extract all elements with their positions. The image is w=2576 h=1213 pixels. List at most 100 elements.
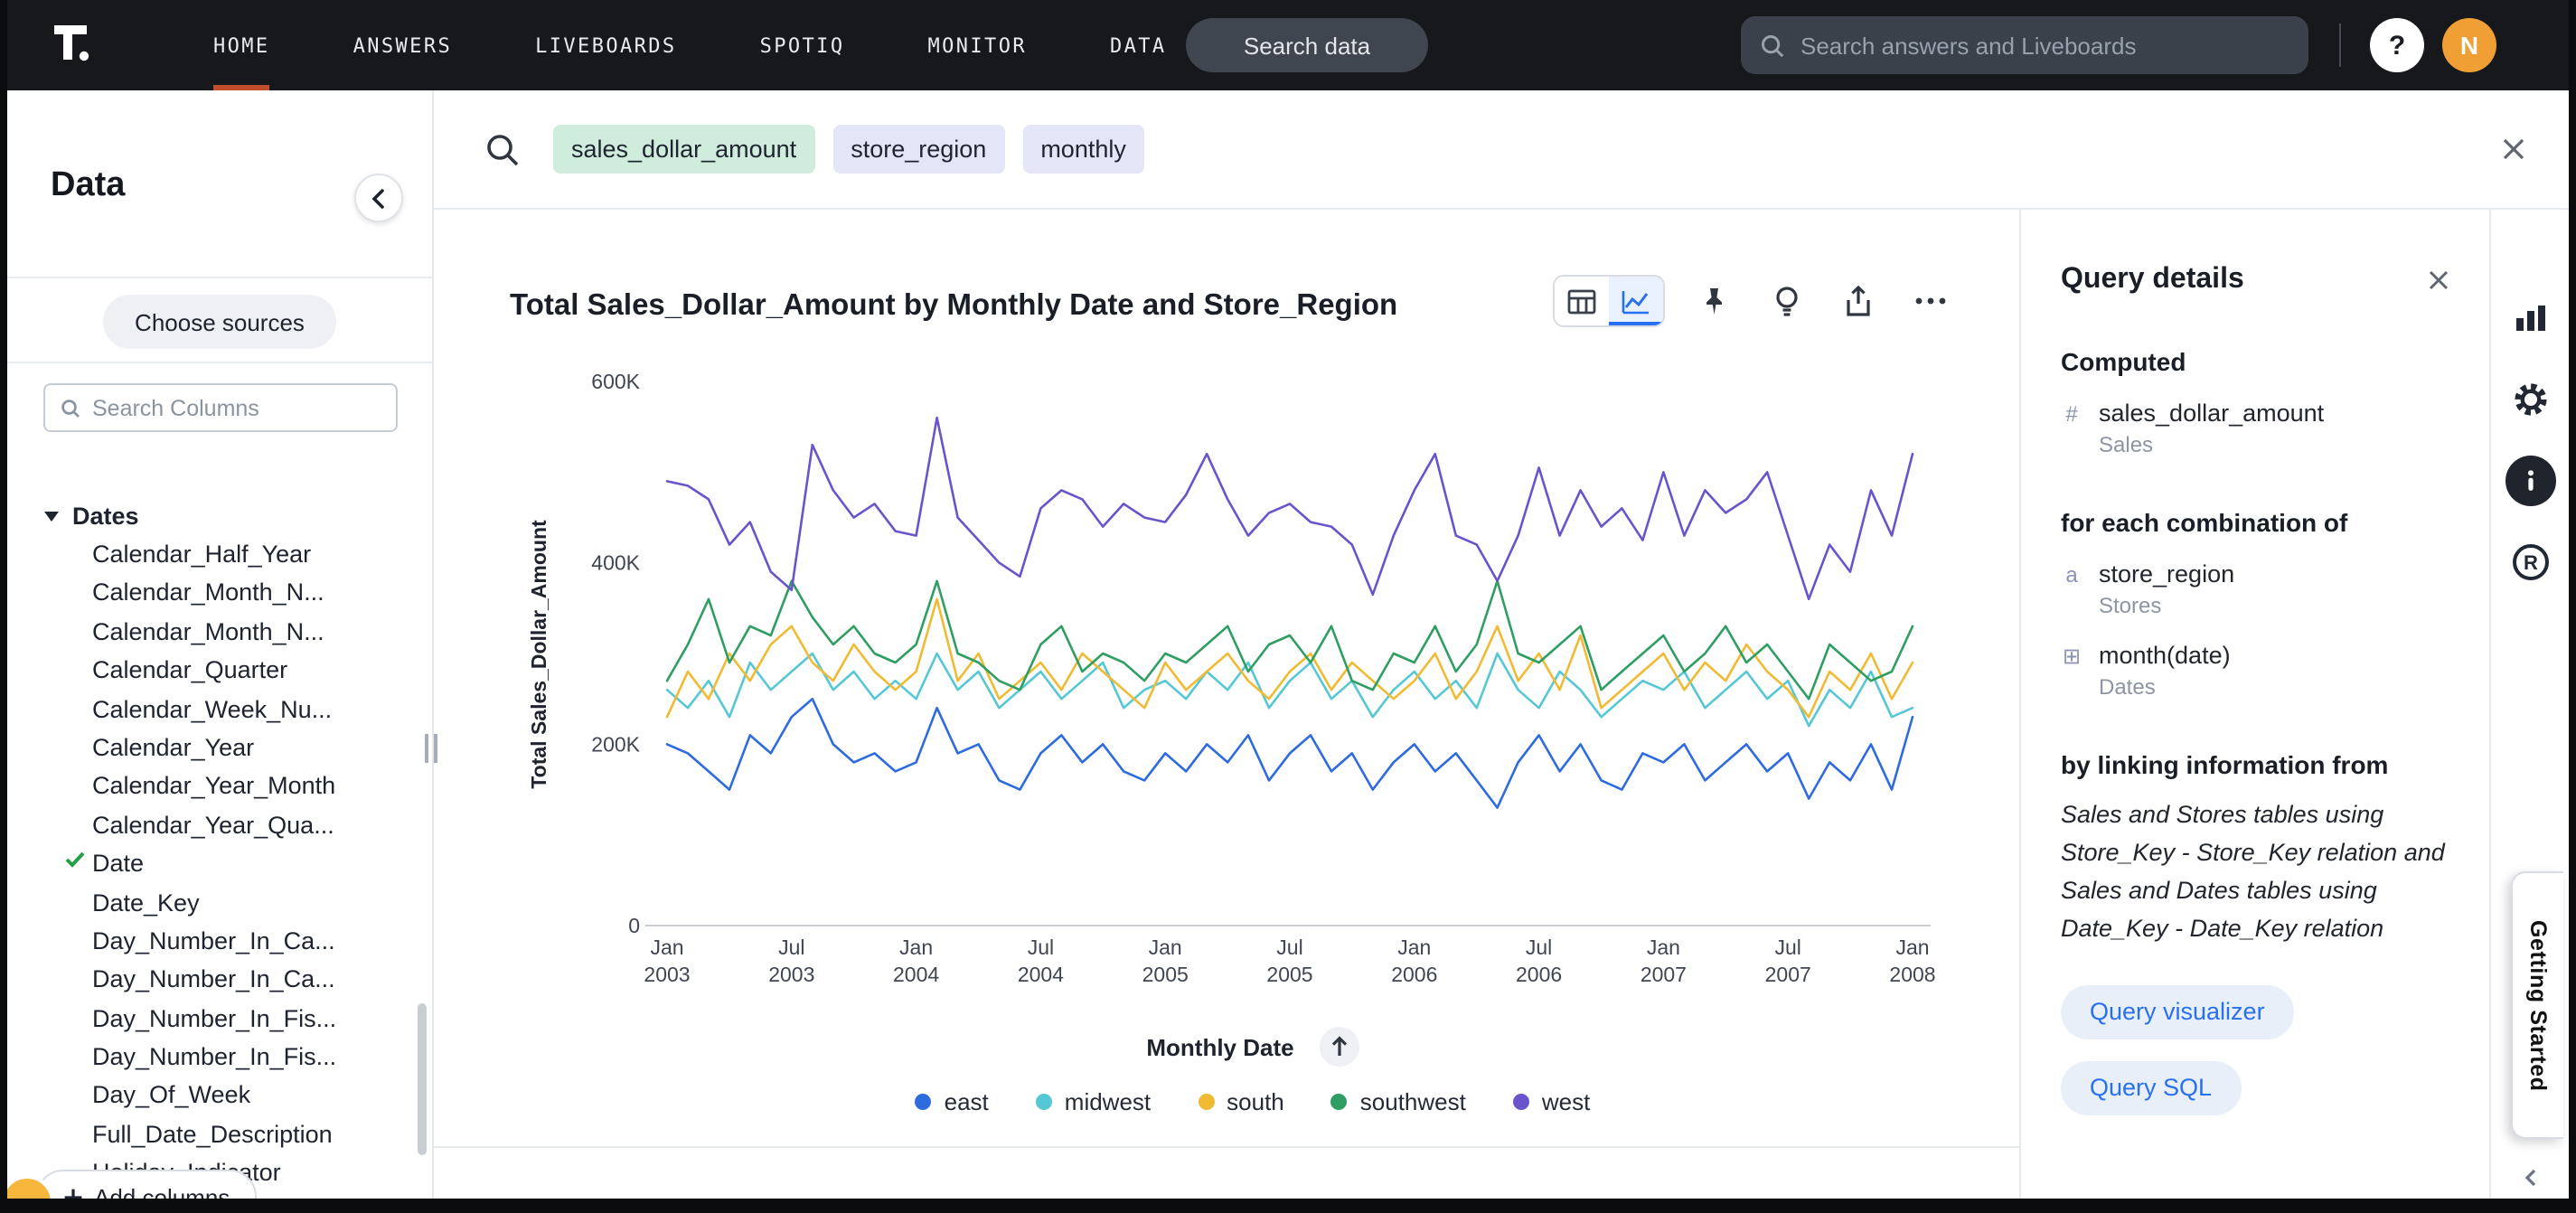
linking-text: Sales and Stores tables using Store_Key … — [2061, 797, 2449, 948]
column-item-label: Date_Key — [92, 889, 200, 916]
close-icon — [2428, 269, 2449, 291]
getting-started-label: Getting Started — [2525, 919, 2551, 1091]
column-item-day-number-in-fis-[interactable]: Day_Number_In_Fis... — [7, 1038, 432, 1077]
getting-started-tab[interactable]: Getting Started — [2511, 871, 2563, 1139]
nav-item-monitor[interactable]: MONITOR — [927, 0, 1027, 90]
thoughtspot-logo-icon — [47, 20, 101, 71]
legend-item-midwest[interactable]: midwest — [1036, 1088, 1151, 1115]
query-details-panel: Query details Computed #sales_dollar_amo… — [2019, 210, 2489, 1199]
column-item-label: Day_Number_In_Ca... — [92, 966, 335, 993]
computed-item-source: Sales — [2099, 432, 2449, 457]
column-item-calendar-year-qua-[interactable]: Calendar_Year_Qua... — [7, 805, 432, 844]
share-button[interactable] — [1835, 277, 1882, 324]
nav-item-data[interactable]: DATA — [1110, 0, 1167, 90]
column-item-label: Calendar_Quarter — [92, 656, 287, 683]
column-item-day-of-week[interactable]: Day_Of_Week — [7, 1077, 432, 1115]
search-tokens: sales_dollar_amount store_region monthly — [553, 125, 1144, 174]
x-tick-label: Jul2005 — [1266, 936, 1312, 986]
column-item-label: Day_Number_In_Fis... — [92, 1043, 336, 1070]
series-line-east[interactable] — [667, 699, 1913, 807]
search-icon — [60, 397, 81, 418]
legend-item-southwest[interactable]: southwest — [1331, 1088, 1466, 1115]
column-item-calendar-month-n-[interactable]: Calendar_Month_N... — [7, 613, 432, 652]
column-item-calendar-week-nu-[interactable]: Calendar_Week_Nu... — [7, 690, 432, 729]
spotiq-insights-button[interactable] — [1763, 277, 1810, 324]
x-axis-title: Monthly Date — [1146, 1033, 1293, 1060]
thoughtspot-logo[interactable] — [47, 20, 108, 71]
r-analysis-button[interactable]: R — [2505, 537, 2555, 588]
query-info-button[interactable] — [2505, 456, 2555, 506]
column-item-calendar-quarter[interactable]: Calendar_Quarter — [7, 651, 432, 690]
data-sidebar: Data Choose sources — [7, 90, 434, 1199]
tree-group-dates[interactable]: Dates — [7, 495, 432, 535]
line-chart: 0200K400K600KTotal Sales_Dollar_AmountJa… — [521, 340, 1985, 1027]
x-tick-label: Jan2008 — [1889, 936, 1935, 986]
axis-sort-button[interactable] — [1320, 1027, 1359, 1067]
legend-label: west — [1542, 1088, 1590, 1115]
answer-title: Total Sales_Dollar_Amount by Monthly Dat… — [510, 289, 1397, 324]
panel-collapse-button[interactable] — [2491, 1168, 2569, 1188]
table-mode-button[interactable] — [1555, 277, 1609, 325]
combination-item-row: astore_region — [2061, 560, 2449, 588]
y-axis-title: Total Sales_Dollar_Amount — [527, 520, 550, 789]
column-item-calendar-month-n-[interactable]: Calendar_Month_N... — [7, 574, 432, 613]
sidebar-collapse-button[interactable] — [354, 174, 403, 222]
x-tick-label: Jan2003 — [644, 936, 690, 986]
global-search[interactable] — [1741, 16, 2308, 74]
column-item-full-date-description[interactable]: Full_Date_Description — [7, 1115, 432, 1154]
search-token-monthly[interactable]: monthly — [1022, 125, 1144, 174]
settings-button[interactable] — [2505, 374, 2555, 425]
column-search[interactable] — [43, 383, 398, 432]
content-area: sales_dollar_amount store_region monthly T… — [434, 90, 2569, 1199]
chevron-left-icon — [371, 187, 387, 209]
global-search-input[interactable] — [1800, 32, 2290, 59]
nav-item-answers[interactable]: ANSWERS — [353, 0, 453, 90]
query-visualizer-button[interactable]: Query visualizer — [2061, 984, 2294, 1039]
column-item-date-key[interactable]: Date_Key — [7, 883, 432, 922]
user-avatar[interactable]: N — [2442, 18, 2496, 72]
nav-item-spotiq[interactable]: SPOTIQ — [760, 0, 845, 90]
tree-items: Calendar_Half_YearCalendar_Month_N...Cal… — [7, 535, 432, 1199]
sidebar-scrollbar[interactable] — [418, 1003, 427, 1155]
search-token-sales_dollar_amount[interactable]: sales_dollar_amount — [553, 125, 814, 174]
top-nav: HOME ANSWERS LIVEBOARDS SPOTIQ MONITOR DATA S… — [7, 0, 2569, 90]
search-bar[interactable]: sales_dollar_amount store_region monthly — [434, 90, 2569, 210]
legend-item-south[interactable]: south — [1198, 1088, 1284, 1115]
column-item-day-number-in-ca-[interactable]: Day_Number_In_Ca... — [7, 922, 432, 961]
column-item-day-number-in-ca-[interactable]: Day_Number_In_Ca... — [7, 961, 432, 1000]
legend-item-west[interactable]: west — [1513, 1088, 1590, 1115]
choose-sources-button[interactable]: Choose sources — [102, 295, 337, 349]
series-line-west[interactable] — [667, 418, 1913, 599]
chart-config-button[interactable] — [2505, 293, 2555, 343]
more-options-button[interactable] — [1907, 277, 1954, 324]
column-item-date[interactable]: Date — [7, 844, 432, 883]
column-item-label: Calendar_Month_N... — [92, 618, 324, 645]
clear-search-button[interactable] — [2502, 137, 2525, 161]
pin-button[interactable] — [1690, 277, 1737, 324]
sidebar-resize-handle[interactable] — [425, 734, 437, 763]
nav-item-home[interactable]: HOME — [213, 0, 270, 90]
search-token-store_region[interactable]: store_region — [832, 125, 1004, 174]
column-search-input[interactable] — [92, 395, 381, 420]
legend-dot-west — [1513, 1094, 1529, 1110]
share-icon — [1844, 286, 1873, 316]
nav-item-liveboards[interactable]: LIVEBOARDS — [535, 0, 676, 90]
query-sql-button[interactable]: Query SQL — [2061, 1060, 2241, 1114]
series-line-south[interactable] — [667, 599, 1913, 717]
series-line-midwest[interactable] — [667, 654, 1913, 726]
column-item-calendar-year[interactable]: Calendar_Year — [7, 729, 432, 767]
chart-mode-button[interactable] — [1609, 277, 1663, 325]
column-item-label: Calendar_Week_Nu... — [92, 695, 332, 722]
column-item-day-number-in-fis-[interactable]: Day_Number_In_Fis... — [7, 999, 432, 1038]
column-item-calendar-half-year[interactable]: Calendar_Half_Year — [7, 535, 432, 574]
column-item-calendar-year-month[interactable]: Calendar_Year_Month — [7, 767, 432, 806]
close-query-details-button[interactable] — [2428, 269, 2449, 291]
search-icon — [1759, 32, 1786, 59]
combination-item-name: store_region — [2099, 560, 2234, 588]
legend-item-east[interactable]: east — [916, 1088, 989, 1115]
search-data-button[interactable]: Search data — [1186, 18, 1428, 72]
x-axis-label-row: Monthly Date — [521, 1027, 1985, 1067]
column-item-label: Day_Number_In_Fis... — [92, 1004, 336, 1031]
help-button[interactable]: ? — [2370, 18, 2424, 72]
add-columns-button[interactable]: Add columns — [36, 1170, 257, 1199]
